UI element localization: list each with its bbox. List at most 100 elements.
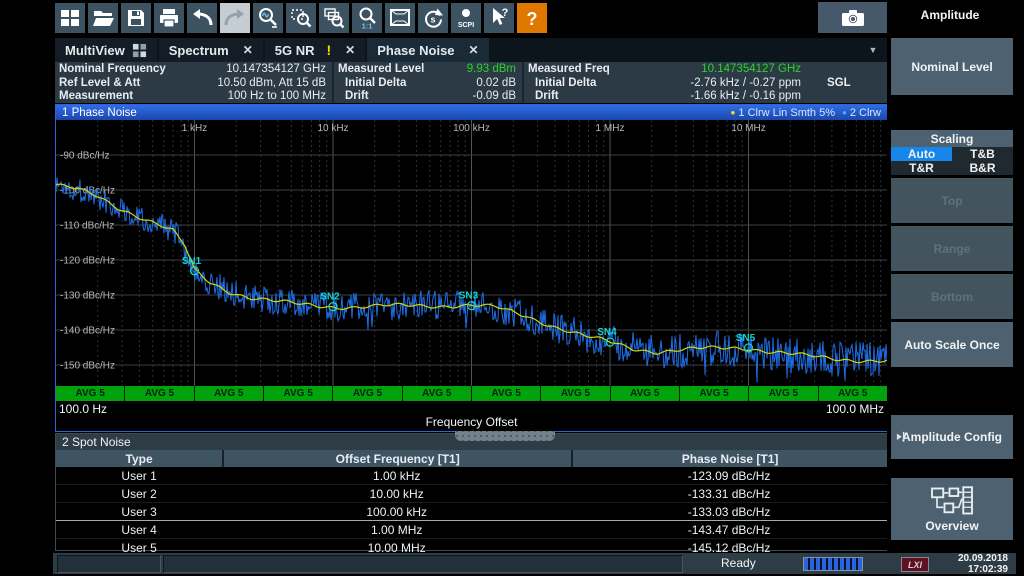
scaling-option-tandb[interactable]: T&B [952, 147, 1013, 161]
tab-5g-nr[interactable]: 5G NR!✕ [265, 38, 365, 62]
svg-text:s: s [430, 15, 435, 25]
y-tick-label: -110 dBc/Hz [60, 221, 114, 232]
sweep-refresh-icon: s [421, 6, 445, 30]
svg-text:?: ? [502, 7, 509, 19]
phase-noise-plot[interactable]: 1 kHz10 kHz100 kHz1 MHz10 MHz-90 dBc/Hz-… [56, 120, 887, 386]
trace-color-dot: ● [731, 108, 736, 117]
display-frame-button[interactable] [385, 3, 415, 33]
x-axis-end: 100.0 MHz [826, 402, 884, 416]
column-header: Type [56, 452, 222, 466]
x-axis-range: 100.0 Hz 100.0 MHz [56, 402, 887, 416]
zoom-waveform-button[interactable] [253, 3, 283, 33]
save-button[interactable] [121, 3, 151, 33]
softkey-nominal-level[interactable]: Nominal Level [891, 38, 1013, 95]
avg-segment: AVG 5 [749, 386, 817, 401]
window2-title: 2 Spot Noise [62, 435, 131, 449]
open-file-icon [91, 6, 115, 30]
softkey-scaling-header: Scaling [891, 130, 1013, 147]
info-column-3: Measured Freq10.147354127 GHzInitial Del… [522, 62, 885, 103]
progress-bar [803, 557, 863, 571]
tab-label: Spectrum [169, 43, 229, 58]
softkey-amplitude-config[interactable]: Amplitude Config [891, 415, 1013, 459]
zoom-multi-window-button[interactable] [319, 3, 349, 33]
avg-segment: AVG 5 [819, 386, 887, 401]
info-row: Nominal Frequency10.147354127 GHz [59, 63, 326, 77]
info-label: Nominal Frequency [59, 63, 166, 77]
spot-marker-label: SN3 [459, 291, 479, 302]
x-tick-label: 100 kHz [453, 123, 490, 134]
scaling-option-tandr[interactable]: T&R [891, 161, 952, 175]
overview-flow-icon [930, 486, 974, 516]
help-icon: ? [520, 6, 544, 30]
info-value: 10.50 dBm, Att 15 dB [217, 77, 326, 91]
table-row[interactable]: User 41.00 MHz-143.47 dBc/Hz [56, 521, 887, 539]
info-row: Drift-1.66 kHz / -0.16 ppm [528, 90, 879, 104]
status-dropdown-left[interactable] [57, 555, 161, 573]
status-dropdown-main[interactable] [163, 555, 683, 573]
camera-icon [840, 6, 866, 30]
help-button[interactable]: ? [517, 3, 547, 33]
redo-button[interactable] [220, 3, 250, 33]
scaling-option-bandr[interactable]: B&R [952, 161, 1013, 175]
column-header: Offset Frequency [T1] [222, 450, 571, 467]
table-row[interactable]: User 210.00 kHz-133.31 dBc/Hz [56, 485, 887, 503]
close-icon[interactable]: ✕ [243, 43, 253, 57]
x-tick-label: 10 kHz [317, 123, 348, 134]
trace-legend-entry: ●2 Clrw [842, 107, 881, 119]
context-help-button[interactable]: ? [484, 3, 514, 33]
close-icon[interactable]: ✕ [469, 43, 479, 57]
print-icon [157, 6, 181, 30]
windows-logo-button[interactable] [55, 3, 85, 33]
zoom-selection-button[interactable] [286, 3, 316, 33]
table-row[interactable]: User 3100.00 kHz-133.03 dBc/Hz [56, 503, 887, 521]
tab-label: 5G NR [275, 43, 315, 58]
info-row: Ref Level & Att10.50 dBm, Att 15 dB [59, 77, 326, 91]
save-icon [124, 6, 148, 30]
undo-button[interactable] [187, 3, 217, 33]
single-sweep-indicator: SGL [801, 77, 879, 91]
info-value: 0.02 dB [476, 77, 516, 91]
spot-noise-window: 2 Spot Noise TypeOffset Frequency [T1]Ph… [55, 433, 888, 551]
tab-label: Phase Noise [377, 43, 454, 58]
softkey-label: Bottom [931, 290, 973, 304]
trace-legend-entry: ●1 Clrw Lin Smth 5% [731, 107, 835, 119]
scaling-option-auto[interactable]: Auto [891, 147, 952, 161]
single-sweep-indicator [801, 90, 879, 104]
close-icon[interactable]: ✕ [345, 43, 355, 57]
screenshot-button[interactable] [818, 2, 887, 33]
x-tick-label: 1 kHz [182, 123, 208, 134]
tab-multiview[interactable]: MultiView [55, 38, 157, 62]
avg-segment: AVG 5 [403, 386, 471, 401]
status-ready-label: Ready [721, 556, 756, 570]
info-label: Initial Delta [528, 77, 596, 91]
spot-marker-label: SN4 [597, 327, 617, 338]
zoom-one-to-one-button[interactable]: 1:1 [352, 3, 382, 33]
softkey-overview[interactable]: Overview [891, 478, 1013, 540]
tab-spectrum[interactable]: Spectrum ✕ [159, 38, 263, 62]
scpi-remote-button[interactable]: SCPI [451, 3, 481, 33]
window-splitter-handle[interactable] [455, 431, 555, 441]
info-value: 100 Hz to 100 MHz [228, 90, 326, 104]
info-row: Initial Delta0.02 dB [338, 77, 516, 91]
open-file-button[interactable] [88, 3, 118, 33]
softkey-label: Range [934, 242, 971, 256]
info-row: Drift-0.09 dB [338, 90, 516, 104]
window1-title: 1 Phase Noise [62, 107, 137, 119]
y-tick-label: -120 dBc/Hz [60, 256, 115, 267]
softkey-label: Overview [925, 519, 978, 533]
table-row[interactable]: User 11.00 kHz-123.09 dBc/Hz [56, 467, 887, 485]
window1-titlebar[interactable]: 1 Phase Noise ●1 Clrw Lin Smth 5% ●2 Clrw [56, 105, 887, 120]
table-cell: User 4 [56, 523, 222, 537]
avg-segment: AVG 5 [56, 386, 124, 401]
softkey-bottom: Bottom [891, 274, 1013, 319]
softkey-label: Nominal Level [911, 60, 992, 74]
softkey-auto-scale-once[interactable]: Auto Scale Once [891, 322, 1013, 367]
tab-phase-noise[interactable]: Phase Noise ✕ [367, 38, 488, 62]
sweep-refresh-button[interactable]: s [418, 3, 448, 33]
info-label: Measured Freq [528, 63, 610, 77]
redo-icon [223, 6, 247, 30]
tab-list-dropdown[interactable]: ▼ [859, 38, 887, 62]
avg-segment: AVG 5 [472, 386, 540, 401]
print-button[interactable] [154, 3, 184, 33]
table-cell: -123.09 dBc/Hz [571, 469, 887, 483]
